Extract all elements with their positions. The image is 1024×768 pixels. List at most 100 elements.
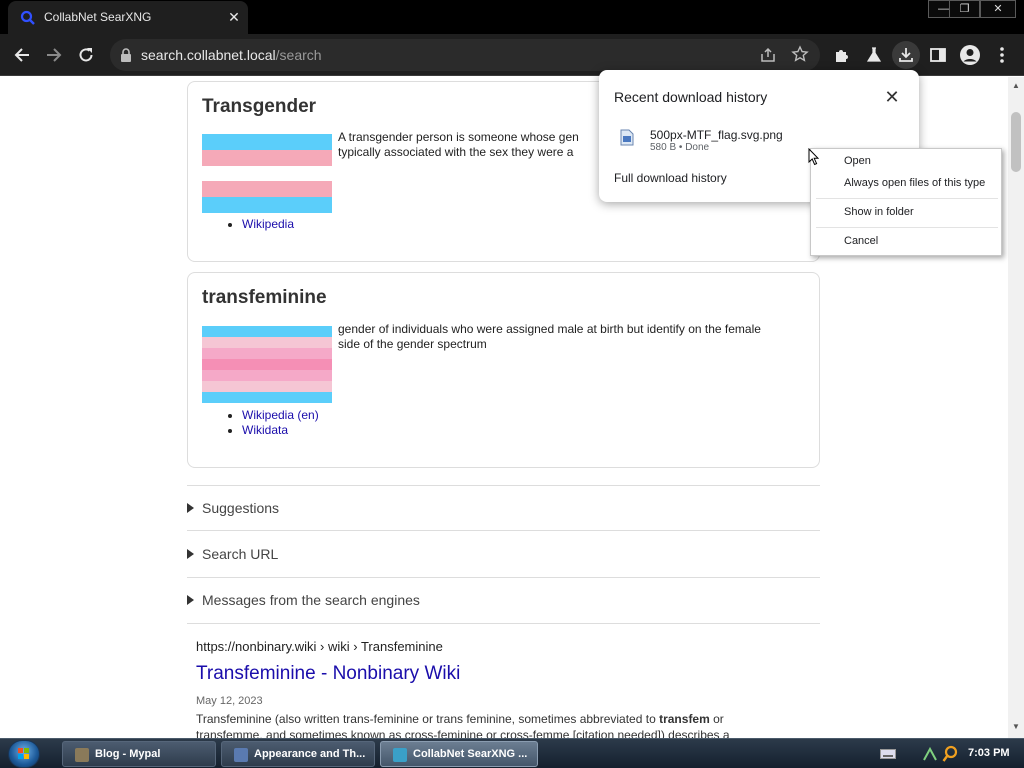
menu-item-open[interactable]: Open	[844, 155, 871, 167]
description-line: typically associated with the sex they w…	[338, 145, 574, 159]
chrome-browser-icon	[393, 748, 407, 762]
page-scrollbar[interactable]: ▲ ▼	[1008, 77, 1024, 738]
transgender-flag-image	[202, 134, 332, 213]
image-file-icon	[620, 129, 634, 146]
result-url[interactable]: https://nonbinary.wiki › wiki › Transfem…	[196, 639, 796, 654]
download-icon	[899, 48, 913, 62]
extensions-button[interactable]	[828, 41, 856, 69]
labs-button[interactable]	[860, 41, 888, 69]
mouse-cursor-icon	[808, 148, 820, 166]
url-text[interactable]: search.collabnet.local/search	[141, 47, 322, 63]
url-path: /search	[275, 47, 322, 63]
network-icon[interactable]	[922, 746, 938, 762]
profile-button[interactable]	[956, 41, 984, 69]
engine-messages-section[interactable]: Messages from the search engines	[187, 578, 820, 624]
windows-logo-icon	[18, 748, 29, 759]
taskbar-item-label: Blog - Mypal	[95, 748, 161, 760]
scroll-down-icon[interactable]: ▼	[1012, 722, 1020, 731]
infobox-description: A transgender person is someone whose ge…	[338, 130, 579, 160]
reload-button[interactable]	[72, 41, 100, 69]
arrow-left-icon	[14, 48, 29, 62]
expand-triangle-icon	[187, 595, 194, 605]
description-line: side of the gender spectrum	[338, 337, 487, 351]
avatar-icon	[960, 45, 980, 65]
full-download-history-link[interactable]: Full download history	[614, 171, 727, 185]
arrow-right-icon	[47, 48, 62, 62]
side-panel-icon	[930, 48, 946, 62]
tab-title: CollabNet SearXNG	[44, 10, 152, 24]
section-label: Messages from the search engines	[202, 592, 420, 608]
control-panel-icon	[234, 748, 248, 762]
side-panel-button[interactable]	[924, 41, 952, 69]
download-panel-title: Recent download history	[614, 89, 768, 105]
tab-collabnet-searxng[interactable]: CollabNet SearXNG ✕	[8, 1, 248, 34]
share-icon[interactable]	[759, 46, 777, 64]
bookmark-star-icon[interactable]	[791, 45, 809, 63]
list-item: Wikidata	[242, 423, 319, 438]
snippet-text: Transfeminine (also written trans-femini…	[196, 712, 660, 726]
downloads-button[interactable]	[892, 41, 920, 69]
taskbar-item-label: Appearance and Th...	[254, 748, 366, 760]
suggestions-section[interactable]: Suggestions	[187, 485, 820, 531]
menu-item-cancel[interactable]: Cancel	[844, 235, 878, 247]
keyboard-icon[interactable]	[880, 749, 896, 759]
scroll-up-icon[interactable]: ▲	[1012, 81, 1020, 90]
wikipedia-link[interactable]: Wikipedia	[242, 217, 294, 231]
result-snippet: Transfeminine (also written trans-femini…	[196, 711, 786, 738]
transfeminine-flag-image	[202, 326, 332, 403]
snippet-highlight: transfem	[659, 712, 710, 726]
infobox-title: Transgender	[202, 96, 317, 117]
menu-button[interactable]	[988, 41, 1016, 69]
section-label: Suggestions	[202, 500, 280, 516]
close-icon[interactable]: ✕	[882, 87, 902, 107]
download-file-status: 580 B • Done	[650, 142, 710, 153]
search-result: https://nonbinary.wiki › wiki › Transfem…	[196, 639, 796, 738]
browser-tab-strip: CollabNet SearXNG ✕ — ❐ ✕	[0, 0, 1024, 34]
description-line: A transgender person is someone whose ge…	[338, 130, 579, 144]
result-title-link[interactable]: Transfeminine - Nonbinary Wiki	[196, 663, 460, 685]
kebab-menu-icon	[1000, 47, 1004, 63]
tab-close-icon[interactable]: ✕	[226, 7, 242, 27]
menu-divider	[816, 227, 998, 228]
taskbar-item-collabnet-searxng[interactable]: CollabNet SearXNG ...	[380, 741, 538, 767]
menu-item-always-open[interactable]: Always open files of this type	[844, 177, 985, 189]
address-bar[interactable]: search.collabnet.local/search	[110, 39, 820, 71]
puzzle-icon	[836, 50, 848, 62]
download-context-menu: Open Always open files of this type Show…	[810, 148, 1002, 256]
wikipedia-en-link[interactable]: Wikipedia (en)	[242, 408, 319, 422]
flask-icon	[866, 47, 882, 62]
back-button[interactable]	[8, 41, 36, 69]
windows-taskbar: Blog - Mypal Appearance and Th... Collab…	[0, 738, 1024, 768]
search-tray-icon[interactable]	[942, 745, 958, 763]
forward-button[interactable]	[40, 41, 68, 69]
infobox-links: Wikipedia	[224, 217, 294, 232]
scrollbar-thumb[interactable]	[1011, 112, 1021, 172]
section-label: Search URL	[202, 546, 279, 562]
list-item: Wikipedia	[242, 217, 294, 232]
result-date: May 12, 2023	[196, 695, 263, 707]
infobox-description: gender of individuals who were assigned …	[338, 322, 761, 352]
wikidata-link[interactable]: Wikidata	[242, 423, 288, 437]
menu-divider	[816, 198, 998, 199]
clock-time[interactable]: 7:03 PM	[968, 747, 1010, 759]
list-item: Wikipedia (en)	[242, 408, 319, 423]
taskbar-item-appearance[interactable]: Appearance and Th...	[221, 741, 375, 767]
searxng-favicon-icon	[20, 10, 35, 25]
infobox-transfeminine: transfeminine gender of individuals who …	[187, 272, 820, 468]
lock-icon	[121, 48, 131, 62]
restore-button[interactable]: ❐	[949, 0, 980, 18]
download-file-name: 500px-MTF_flag.svg.png	[650, 128, 783, 142]
taskbar-item-blog-mypal[interactable]: Blog - Mypal	[62, 741, 216, 767]
close-window-button[interactable]: ✕	[980, 0, 1016, 18]
taskbar-item-label: CollabNet SearXNG ...	[413, 748, 528, 760]
menu-item-show-in-folder[interactable]: Show in folder	[844, 206, 914, 218]
description-line: gender of individuals who were assigned …	[338, 322, 761, 336]
reload-icon	[79, 48, 93, 62]
url-host: search.collabnet.local	[141, 47, 276, 63]
expand-triangle-icon	[187, 503, 194, 513]
search-url-section[interactable]: Search URL	[187, 532, 820, 578]
infobox-title: transfeminine	[202, 287, 327, 308]
expand-triangle-icon	[187, 549, 194, 559]
start-button[interactable]	[8, 740, 40, 768]
infobox-links: Wikipedia (en) Wikidata	[224, 408, 319, 438]
